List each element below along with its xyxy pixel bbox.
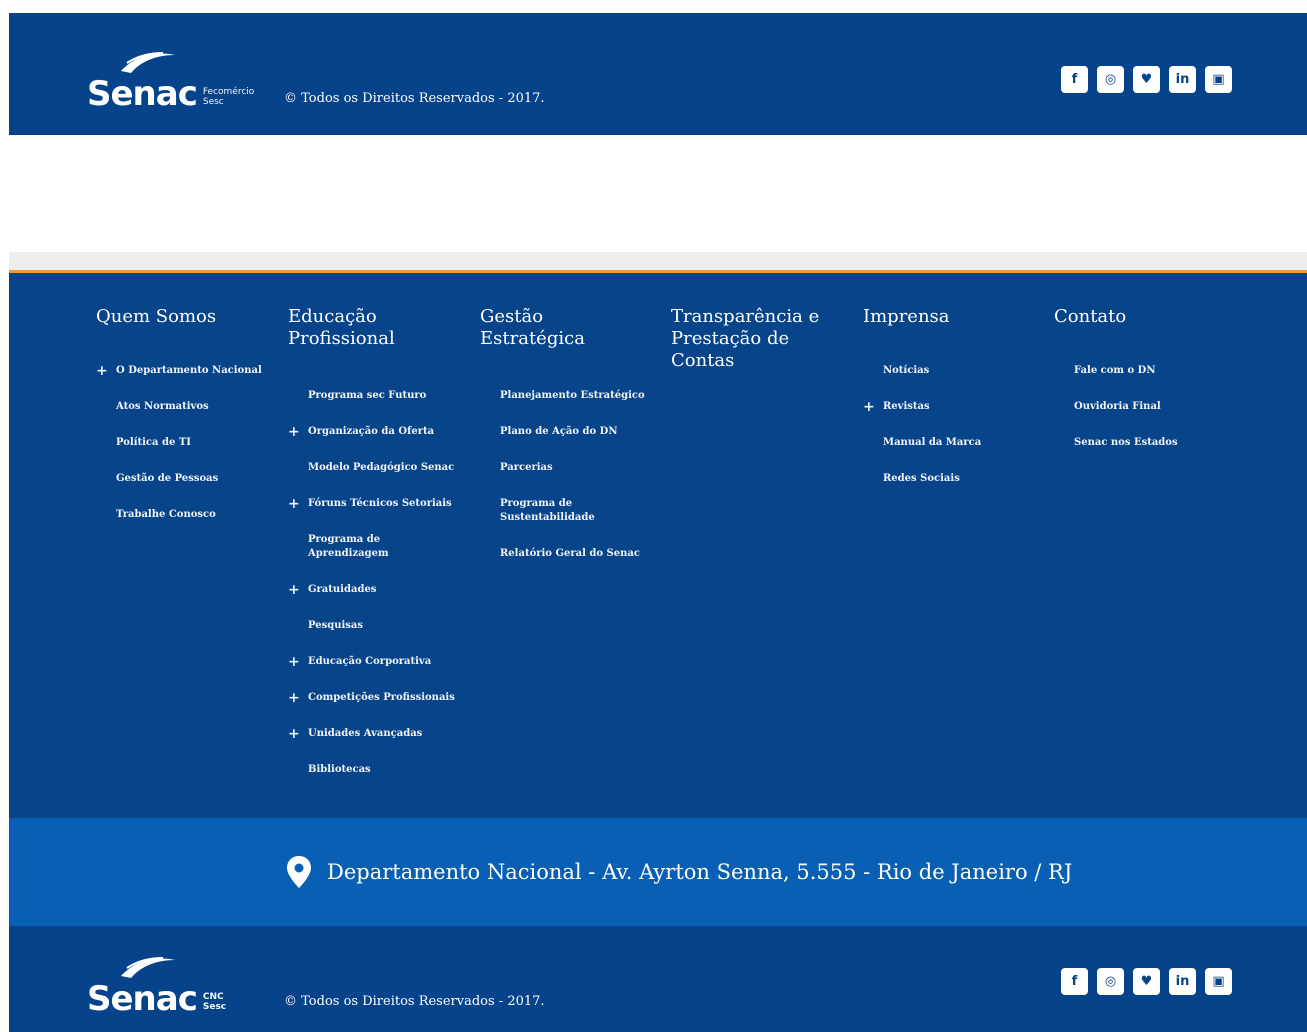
list-item[interactable]: + Revistas [863,400,981,414]
list-item[interactable]: Pesquisas [288,619,455,633]
list-item[interactable]: Gestão de Pessoas [96,472,262,486]
plus-icon[interactable]: + [288,691,300,705]
column-quem-somos: Quem Somos [96,306,216,328]
list-item[interactable]: Programa sec Futuro [288,389,455,403]
senac-logo[interactable]: Senac CNC Sesc [87,956,226,1016]
list-item[interactable]: Relatório Geral do Senac [480,547,645,561]
column-title[interactable]: Imprensa [863,306,950,328]
list-item[interactable]: + Gratuidades [288,583,455,597]
list-item[interactable]: Ouvidoria Final [1054,400,1178,414]
address-bar: Departamento Nacional - Av. Ayrton Senna… [9,818,1307,926]
plus-icon[interactable]: + [288,727,300,741]
list-item[interactable]: Redes Sociais [863,472,981,486]
list-item[interactable]: Plano de Ação do DN [480,425,645,439]
gestao-list: Planejamento Estratégico Plano de Ação d… [480,389,645,583]
list-item[interactable]: Bibliotecas [288,763,455,777]
linkedin-icon[interactable]: in [1169,66,1196,93]
list-item[interactable]: Senac nos Estados [1054,436,1178,450]
column-imprensa: Imprensa [863,306,950,328]
linkedin-icon[interactable]: in [1169,968,1196,995]
list-item[interactable]: Política de TI [96,436,262,450]
top-footer: Senac Fecomércio Sesc © Todos os Direito… [9,13,1307,135]
plus-icon[interactable]: + [288,425,300,439]
list-item[interactable]: Fale com o DN [1054,364,1178,378]
column-title[interactable]: Quem Somos [96,306,216,328]
list-item[interactable]: Notícias [863,364,981,378]
twitter-icon[interactable]: ♥ [1133,968,1160,995]
logo-subtitle: Fecomércio Sesc [202,87,255,107]
plus-icon[interactable]: + [288,497,300,511]
senac-logo[interactable]: Senac Fecomércio Sesc [87,51,254,111]
copyright-text: © Todos os Direitos Reservados - 2017. [284,994,545,1009]
column-contato: Contato [1054,306,1126,328]
plus-icon[interactable]: + [863,400,875,414]
address-text: Departamento Nacional - Av. Ayrton Senna… [327,860,1073,884]
column-title[interactable]: Gestão Estratégica [480,306,585,350]
bottom-footer: Senac CNC Sesc © Todos os Direitos Reser… [9,926,1307,1032]
list-item[interactable]: + Organização da Oferta [288,425,455,439]
list-item[interactable]: + Competições Profissionais [288,691,455,705]
logo-wordmark: Senac [87,979,198,1019]
facebook-icon[interactable]: f [1061,968,1088,995]
twitter-icon[interactable]: ♥ [1133,66,1160,93]
list-item[interactable]: Manual da Marca [863,436,981,450]
sitemap-footer: Quem Somos + O Departamento Nacional Atos… [9,270,1307,818]
list-item[interactable]: Planejamento Estratégico [480,389,645,403]
list-item[interactable]: Trabalhe Conosco [96,508,262,522]
list-item[interactable]: Modelo Pedagógico Senac [288,461,455,475]
social-links: f ◎ ♥ in ▣ [1061,968,1232,995]
column-transparencia: Transparência e Prestação de Contas [671,306,819,372]
column-gestao-estrategica: Gestão Estratégica [480,306,585,350]
address: Departamento Nacional - Av. Ayrton Senna… [287,856,1072,888]
plus-icon[interactable]: + [288,655,300,669]
logo-wordmark: Senac [87,74,198,114]
plus-icon[interactable]: + [288,583,300,597]
facebook-icon[interactable]: f [1061,66,1088,93]
senac-swoosh-icon [121,957,175,978]
youtube-icon[interactable]: ▣ [1205,968,1232,995]
column-educacao-profissional: Educação Profissional [288,306,395,350]
list-item[interactable]: + Educação Corporativa [288,655,455,669]
list-item[interactable]: Atos Normativos [96,400,262,414]
social-links: f ◎ ♥ in ▣ [1061,66,1232,93]
youtube-icon[interactable]: ▣ [1205,66,1232,93]
imprensa-list: Notícias + Revistas Manual da Marca Redes… [863,364,981,508]
accent-line [9,270,1307,273]
list-item[interactable]: + O Departamento Nacional [96,364,262,378]
quem-somos-list: + O Departamento Nacional Atos Normativos… [96,364,262,544]
list-item[interactable]: Programa de Aprendizagem [288,533,455,561]
contato-list: Fale com o DN Ouvidoria Final Senac nos … [1054,364,1178,472]
list-item[interactable]: + Fóruns Técnicos Setoriais [288,497,455,511]
plus-icon[interactable]: + [96,364,108,378]
educacao-list: Programa sec Futuro + Organização da Ofer… [288,389,455,799]
logo-subtitle: CNC Sesc [202,992,227,1012]
list-item[interactable]: Parcerias [480,461,645,475]
copyright-text: © Todos os Direitos Reservados - 2017. [284,91,545,106]
divider-strip [9,252,1307,270]
list-item[interactable]: + Unidades Avançadas [288,727,455,741]
column-title[interactable]: Educação Profissional [288,306,395,350]
column-title[interactable]: Transparência e Prestação de Contas [671,306,819,372]
senac-swoosh-icon [121,52,175,73]
column-title[interactable]: Contato [1054,306,1126,328]
instagram-icon[interactable]: ◎ [1097,66,1124,93]
map-pin-icon [287,856,311,888]
list-item[interactable]: Programa de Sustentabilidade [480,497,645,525]
instagram-icon[interactable]: ◎ [1097,968,1124,995]
